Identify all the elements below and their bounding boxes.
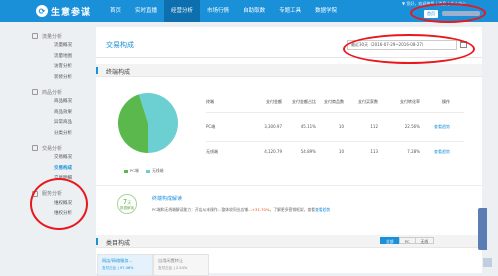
date-range-picker[interactable]: 最近30天（2016-07-29~2016-08-27）: [347, 40, 457, 50]
sidebar-section-product[interactable]: 商品分析: [30, 87, 88, 97]
sidebar-section-service[interactable]: 服务分析: [30, 189, 88, 199]
sidebar-section-trade[interactable]: 交易分析: [30, 143, 88, 153]
interpretation-text: PC端和无线端解读能力：开店从未操作…整体较同业店铺…+31.70%，了解更多营…: [152, 207, 462, 213]
terminal-table-header: 终端 支付金额 支付金额占比 支付商品数 支付买家数 支付转化率 操作: [206, 98, 464, 106]
sidebar-item-product-overview[interactable]: 商品概况: [30, 97, 88, 108]
nav-business-analysis[interactable]: 经营分析: [164, 0, 201, 22]
feedback-tab[interactable]: [478, 208, 487, 250]
cell-pay-amount: 4,120.79: [264, 149, 282, 154]
user-links[interactable]: ▼ 您好，欢迎使用 | 消息 | 个人中心: [402, 1, 466, 7]
section-accent-bar: [96, 67, 98, 74]
page-title: 交易构成: [106, 41, 134, 49]
col-terminal: 终端: [206, 99, 214, 104]
interpretation-suffix: ，了解更多营销框架，查看: [269, 207, 316, 212]
interpretation-link[interactable]: 查看趋势: [315, 207, 330, 212]
terminal-section-title: 终端构成: [106, 69, 131, 76]
col-pay-amount: 支付金额: [266, 99, 282, 104]
shop-name-redacted: [442, 11, 480, 16]
trade-icon: [32, 145, 38, 151]
sidebar-item-category-analysis[interactable]: 分类分析: [30, 129, 88, 140]
sidebar-item-visitor-analysis[interactable]: 访客分析: [30, 62, 88, 73]
scroll-top-button[interactable]: [483, 258, 492, 267]
category-terminal-tabs: 全部 PC 无线: [380, 237, 435, 244]
table-row: 无线端 4,120.79 54.89% 10 113 7.28% 查看趋势: [206, 148, 464, 158]
sidebar-item-decoration-analysis[interactable]: 装修分析: [30, 73, 88, 84]
days-unit: 天: [127, 200, 132, 205]
tab-pc[interactable]: PC: [398, 237, 416, 244]
col-action: 操作: [442, 99, 450, 104]
col-pay-share: 支付金额占比: [292, 99, 316, 104]
cell-pay-share: 54.89%: [300, 149, 316, 154]
cell-pay-items: 10: [338, 149, 344, 154]
cell-conversion: 22.56%: [404, 124, 420, 129]
table-row: PC端 3,300.97 45.11% 10 112 22.56% 查看趋势: [206, 123, 464, 133]
main-panel: 交易构成 最近30天（2016-07-29~2016-08-27） 终端构成 P…: [96, 27, 482, 276]
sidebar-item-traffic-map[interactable]: 流量地图: [30, 52, 88, 63]
legend-swatch-pc: [124, 169, 128, 173]
sidebar-item-abnormal-product[interactable]: 异常商品: [30, 118, 88, 129]
nav-realtime[interactable]: 实时直播: [128, 0, 164, 22]
section-accent-bar: [96, 238, 98, 245]
logo-icon: ⟳: [36, 5, 48, 17]
category-share: 支付占比 | 97.46%: [102, 266, 134, 270]
nav-tools[interactable]: 专题工具: [272, 0, 308, 22]
data-interpretation-badge: 7天 数据解读: [117, 194, 137, 214]
table-divider: [206, 141, 464, 142]
title-divider: [96, 57, 482, 58]
sidebar-item-traffic-overview[interactable]: 流量概况: [30, 41, 88, 52]
category-name: 网店/网络服务…: [102, 258, 133, 263]
cell-pay-items: 10: [338, 124, 344, 129]
sidebar-item-rights-overview[interactable]: 维权概况: [30, 199, 88, 210]
col-pay-items: 支付商品数: [324, 99, 344, 104]
sidebar-item-trade-composition[interactable]: 交易构成: [30, 164, 88, 175]
traffic-icon: [32, 33, 38, 39]
terminal-pie-chart: [117, 93, 178, 153]
logo-text: 生意参谋: [51, 7, 92, 18]
section-divider: [96, 185, 482, 186]
nav-self-service[interactable]: 自助取数: [236, 0, 272, 22]
category-section-title: 类目构成: [106, 240, 131, 247]
cell-terminal: PC端: [206, 124, 216, 129]
table-divider: [206, 112, 464, 113]
cell-pay-buyers: 112: [370, 124, 378, 129]
calendar-icon[interactable]: [460, 41, 467, 48]
sidebar-item-rights-analysis[interactable]: 维权分析: [30, 209, 88, 220]
sidebar: 流量分析 流量概况 流量地图 访客分析 装修分析 商品分析 商品概况 商品效果 …: [30, 27, 88, 273]
col-conversion: 支付转化率: [400, 99, 420, 104]
interpretation-percent: +31.70%: [251, 207, 270, 212]
shop-home-button[interactable]: 首页: [424, 10, 438, 18]
service-icon: [32, 190, 38, 197]
days-caption: 数据解读: [120, 206, 134, 210]
category-share: 支付占比 | 2.54%: [158, 266, 188, 270]
category-name: 自用闲置转让: [158, 258, 184, 263]
tab-all[interactable]: 全部: [380, 237, 400, 244]
sidebar-item-trade-overview[interactable]: 交易概况: [30, 153, 88, 164]
sidebar-item-trade-detail[interactable]: 交易明细: [30, 174, 88, 185]
nav-academy[interactable]: 数据学院: [308, 0, 344, 22]
nav-home[interactable]: 首页: [103, 0, 128, 22]
logo[interactable]: ⟳ 生意参谋: [36, 4, 91, 18]
legend-pc: PC端: [124, 168, 139, 174]
nav-market[interactable]: 市场行情: [200, 0, 236, 22]
cell-pay-amount: 3,300.97: [264, 124, 282, 129]
view-trend-link[interactable]: 查看趋势: [420, 123, 450, 133]
tab-wireless[interactable]: 无线: [414, 237, 435, 244]
sidebar-item-product-effect[interactable]: 商品效果: [30, 108, 88, 119]
cell-conversion: 7.28%: [407, 149, 420, 154]
interpretation-title: 终端构成解读: [152, 196, 183, 202]
cell-pay-share: 45.11%: [300, 124, 316, 129]
cell-pay-buyers: 113: [370, 149, 378, 154]
legend-swatch-wireless: [146, 169, 150, 173]
legend-wireless: 无线端: [146, 168, 163, 174]
terminal-section-header: 终端构成: [96, 64, 482, 77]
interpretation-prefix: PC端和无线端解读能力：开店从未操作…整体较同业店铺…: [152, 207, 252, 212]
view-trend-link[interactable]: 查看趋势: [420, 148, 450, 158]
top-nav-bar: ⟳ 生意参谋 首页 实时直播 经营分析 市场行情 自助取数 专题工具 数据学院 …: [0, 0, 498, 22]
product-icon: [32, 89, 38, 95]
cell-terminal: 无线端: [206, 149, 218, 154]
col-pay-buyers: 支付买家数: [358, 99, 378, 104]
sidebar-section-traffic[interactable]: 流量分析: [30, 31, 88, 41]
main-nav: 首页 实时直播 经营分析 市场行情 自助取数 专题工具 数据学院: [103, 0, 344, 22]
